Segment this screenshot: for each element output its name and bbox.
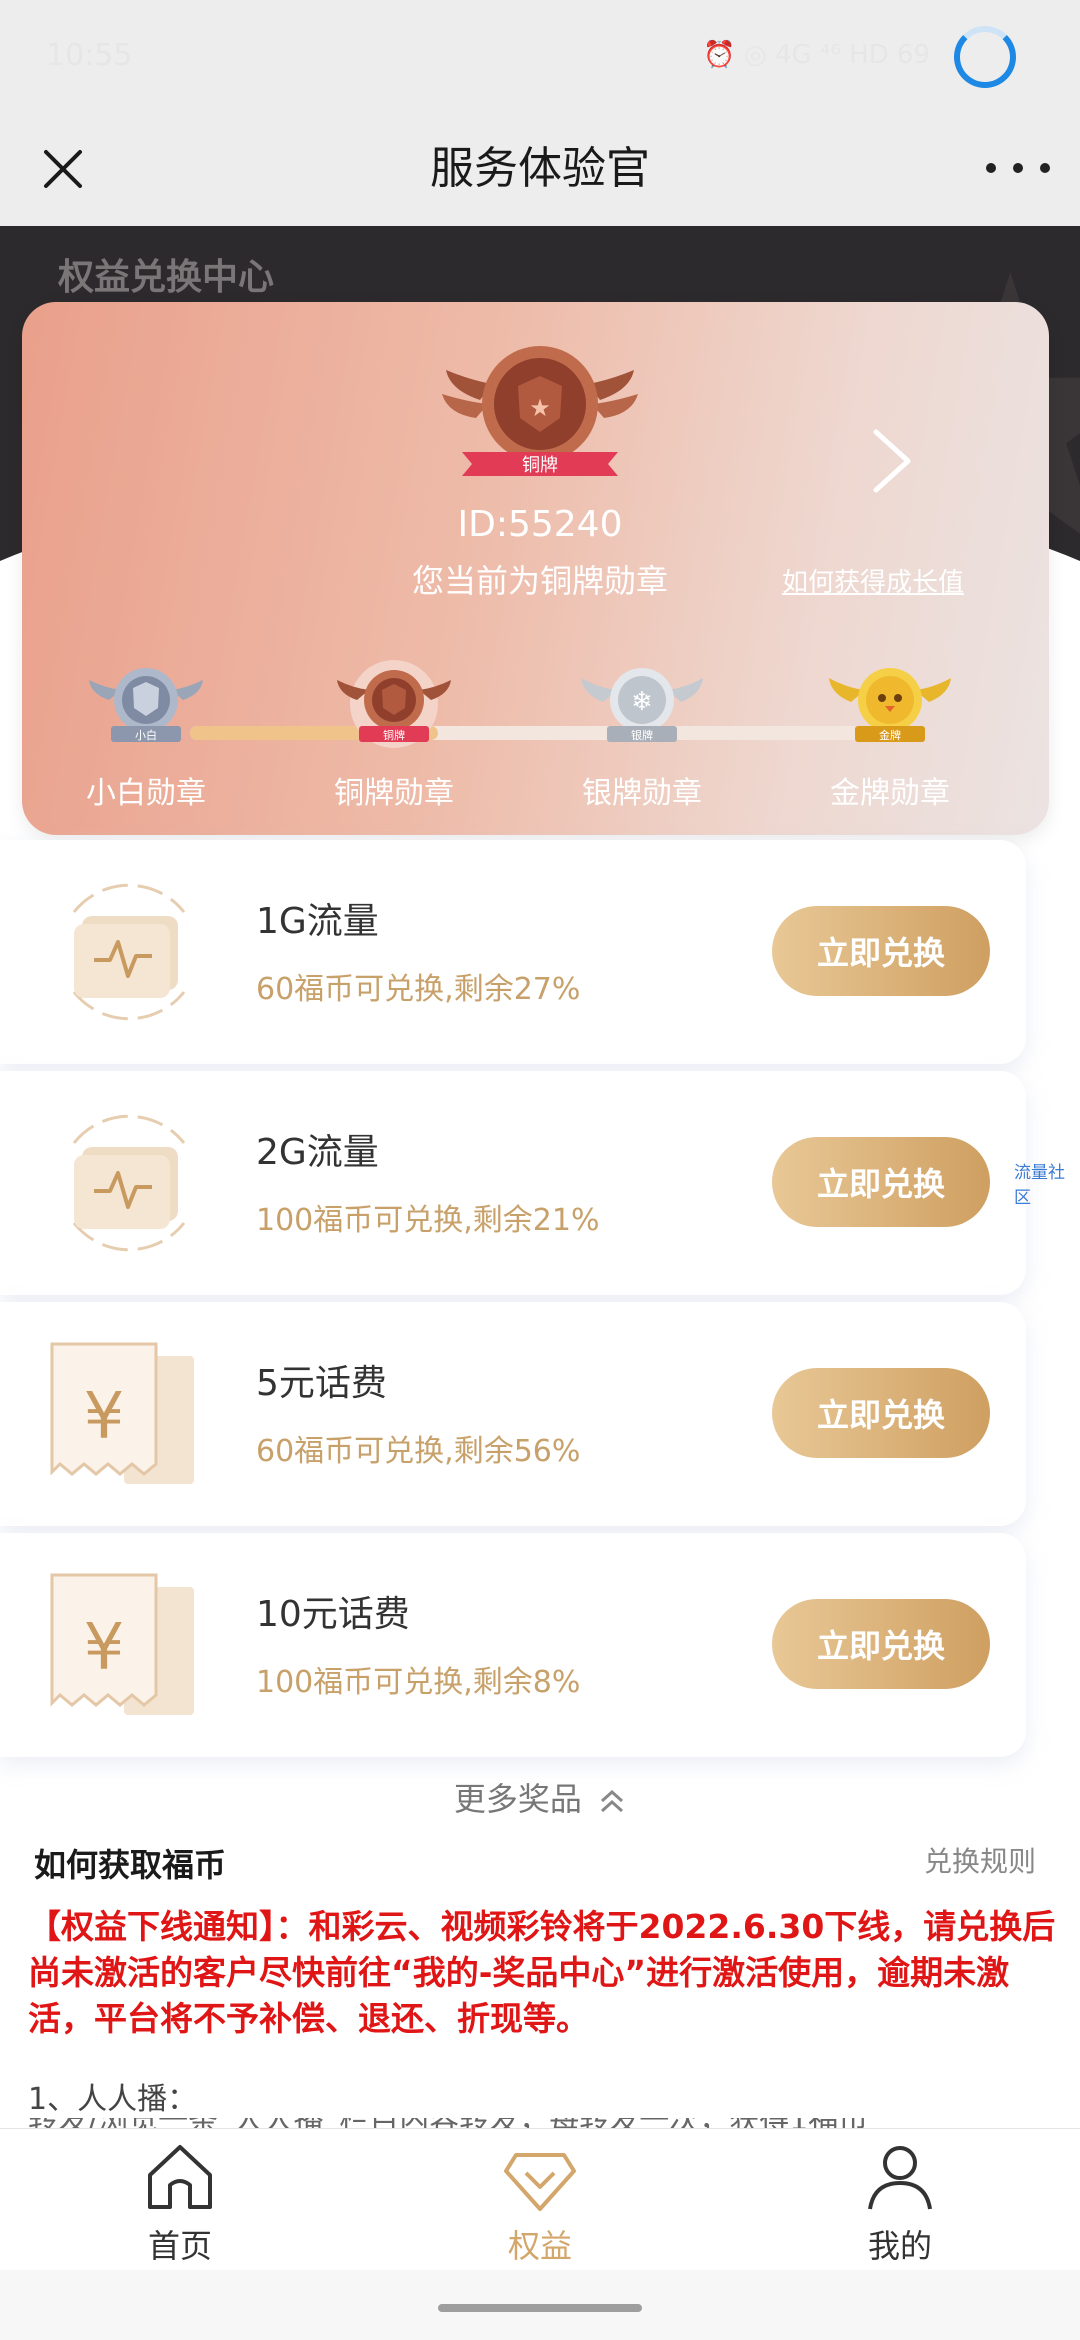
level-label: 铜牌勋章 <box>334 776 454 811</box>
level-silver[interactable]: ❄ 银牌 银牌勋章 <box>542 660 742 812</box>
tab-label: 我的 <box>867 2227 932 2265</box>
chevron-right-icon[interactable] <box>870 428 914 494</box>
tab-home[interactable]: 首页 <box>80 2139 280 2267</box>
data-flow-icon <box>72 1114 186 1252</box>
nav-bar: 服务体验官 <box>0 110 1080 226</box>
svg-text:❄: ❄ <box>631 687 653 717</box>
howto-title: 如何获取福币 <box>34 1846 227 1884</box>
more-dot-icon <box>986 163 996 173</box>
yuan-ticket-icon: ¥ <box>50 1342 194 1484</box>
redeem-button[interactable]: 立即兑换 <box>772 1368 990 1458</box>
prize-card: 2G流量 100福币可兑换,剩余21% 立即兑换 <box>0 1071 1026 1295</box>
prize-desc: 100福币可兑换,剩余8% <box>256 1665 581 1700</box>
tab-label: 权益 <box>507 2227 572 2265</box>
prize-card: ¥ 5元话费 60福币可兑换,剩余56% 立即兑换 <box>0 1302 1026 1526</box>
prize-card: 1G流量 60福币可兑换,剩余27% 立即兑换 <box>0 840 1026 1064</box>
side-community-tag[interactable]: 流量社区 <box>1014 1158 1080 1208</box>
svg-text:小白: 小白 <box>135 728 157 742</box>
level-label: 银牌勋章 <box>582 776 702 811</box>
page-title: 服务体验官 <box>430 143 650 194</box>
status-bar: 10:55 ⏰ ◎ 4G ⁴⁶ HD 69 <box>0 0 1080 110</box>
exchange-rules-link[interactable]: 兑换规则 <box>924 1840 1036 1880</box>
prize-name: 10元话费 <box>256 1594 410 1635</box>
diamond-icon <box>504 2153 576 2211</box>
big-medal-ribbon-text: 铜牌 <box>522 455 558 476</box>
svg-text:银牌: 银牌 <box>631 728 653 742</box>
level-label: 金牌勋章 <box>830 776 950 811</box>
prize-name: 2G流量 <box>256 1132 379 1173</box>
redeem-button[interactable]: 立即兑换 <box>772 1599 990 1689</box>
home-icon <box>148 2145 212 2209</box>
svg-text:铜牌: 铜牌 <box>383 728 405 742</box>
bronze-medal-icon: ★ 铜牌 <box>442 346 638 476</box>
prize-name: 1G流量 <box>256 901 379 942</box>
bronze-badge-icon: 铜牌 <box>337 660 451 748</box>
svg-text:金牌: 金牌 <box>879 728 901 742</box>
loading-spinner-icon <box>954 26 1016 88</box>
silver-badge-icon: ❄ 银牌 <box>581 668 703 742</box>
bottom-tab-bar: 首页 权益 我的 <box>0 2128 1080 2270</box>
level-bronze[interactable]: 铜牌 铜牌勋章 <box>294 660 494 812</box>
howto-section-heading: 1、人人播： <box>28 2082 198 2117</box>
more-menu-button[interactable] <box>986 140 1050 196</box>
more-dot-icon <box>1040 163 1050 173</box>
prize-card: ¥ 10元话费 100福币可兑换,剩余8% 立即兑换 <box>0 1533 1026 1757</box>
prize-desc: 60福币可兑换,剩余27% <box>256 972 581 1007</box>
gold-badge-icon: 金牌 <box>829 668 951 742</box>
prize-desc: 60福币可兑换,剩余56% <box>256 1434 581 1469</box>
howto-section-body: 转发/浏览一条“人人播”栏目内容转发，每转发一次，获得1福币 <box>28 2118 1048 2128</box>
rookie-badge-icon: 小白 <box>89 668 203 742</box>
svg-text:¥: ¥ <box>84 1611 125 1685</box>
svg-text:¥: ¥ <box>84 1380 125 1454</box>
prize-desc: 100福币可兑换,剩余21% <box>256 1203 600 1238</box>
double-chevron-up-icon <box>601 1789 624 1813</box>
tab-label: 首页 <box>147 2227 212 2265</box>
redeem-button[interactable]: 立即兑换 <box>772 906 990 996</box>
level-label: 小白勋章 <box>86 776 206 811</box>
growth-value-link[interactable]: 如何获得成长值 <box>782 562 964 599</box>
redeem-button[interactable]: 立即兑换 <box>772 1137 990 1227</box>
user-id: ID:55240 <box>457 504 623 545</box>
level-rookie[interactable]: 小白 小白勋章 <box>46 660 246 812</box>
tab-rights[interactable]: 权益 <box>440 2139 640 2267</box>
section-title: 权益兑换中心 <box>58 257 275 298</box>
data-flow-icon <box>72 883 186 1021</box>
status-icons: ⏰ ◎ 4G ⁴⁶ HD 69 <box>703 40 930 70</box>
level-gold[interactable]: 金牌 金牌勋章 <box>790 660 990 812</box>
offline-notice: 【权益下线通知】：和彩云、视频彩铃将于2022.6.30下线，请兑换后尚未激活的… <box>28 1907 1056 2038</box>
prize-name: 5元话费 <box>256 1363 387 1404</box>
status-time: 10:55 <box>46 38 133 73</box>
profile-icon <box>868 2146 932 2210</box>
more-dot-icon <box>1013 163 1023 173</box>
svg-text:★: ★ <box>529 394 551 422</box>
home-indicator[interactable] <box>438 2304 642 2312</box>
tab-mine[interactable]: 我的 <box>800 2139 1000 2267</box>
more-prizes-toggle[interactable]: 更多奖品 <box>0 1774 1080 1820</box>
more-prizes-label: 更多奖品 <box>453 1780 582 1818</box>
yuan-ticket-icon: ¥ <box>50 1573 194 1715</box>
